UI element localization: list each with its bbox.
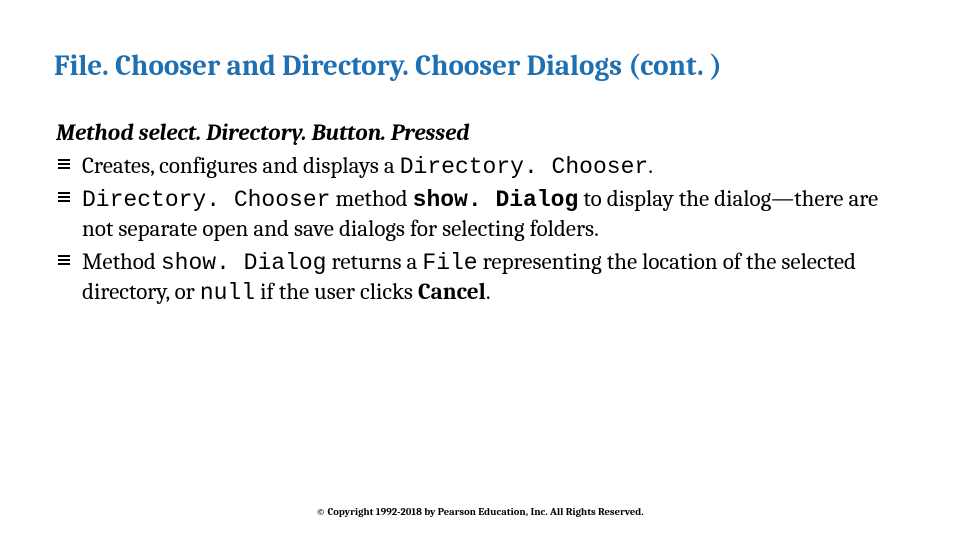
bullet-list: Creates, configures and displays a Direc… [54,152,912,308]
text: returns a [327,248,423,275]
slide: File. Chooser and Directory. Chooser Dia… [0,0,960,540]
list-item: Directory. Chooser method show. Dialog t… [54,185,912,244]
text: . [648,152,653,179]
text: Creates, configures and displays a [82,152,400,179]
code-text: File [422,250,477,276]
list-item: Creates, configures and displays a Direc… [54,152,912,182]
text: method [330,185,412,212]
bold-text: Cancel [418,278,486,305]
text: if the user clicks [255,278,418,305]
code-text: Directory. Chooser [82,187,330,213]
text: . [486,278,491,305]
copyright-footer: © Copyright 1992-2018 by Pearson Educati… [0,506,960,518]
code-text: show. Dialog [161,250,327,276]
code-text: Directory. Chooser [400,154,648,180]
code-text-bold: show. Dialog [413,187,579,213]
code-text: null [200,280,255,306]
slide-title: File. Chooser and Directory. Chooser Dia… [54,50,912,85]
slide-subheading: Method select. Directory. Button. Presse… [56,119,912,148]
list-item: Method show. Dialog returns a File repre… [54,248,912,308]
text: Method [82,248,161,275]
